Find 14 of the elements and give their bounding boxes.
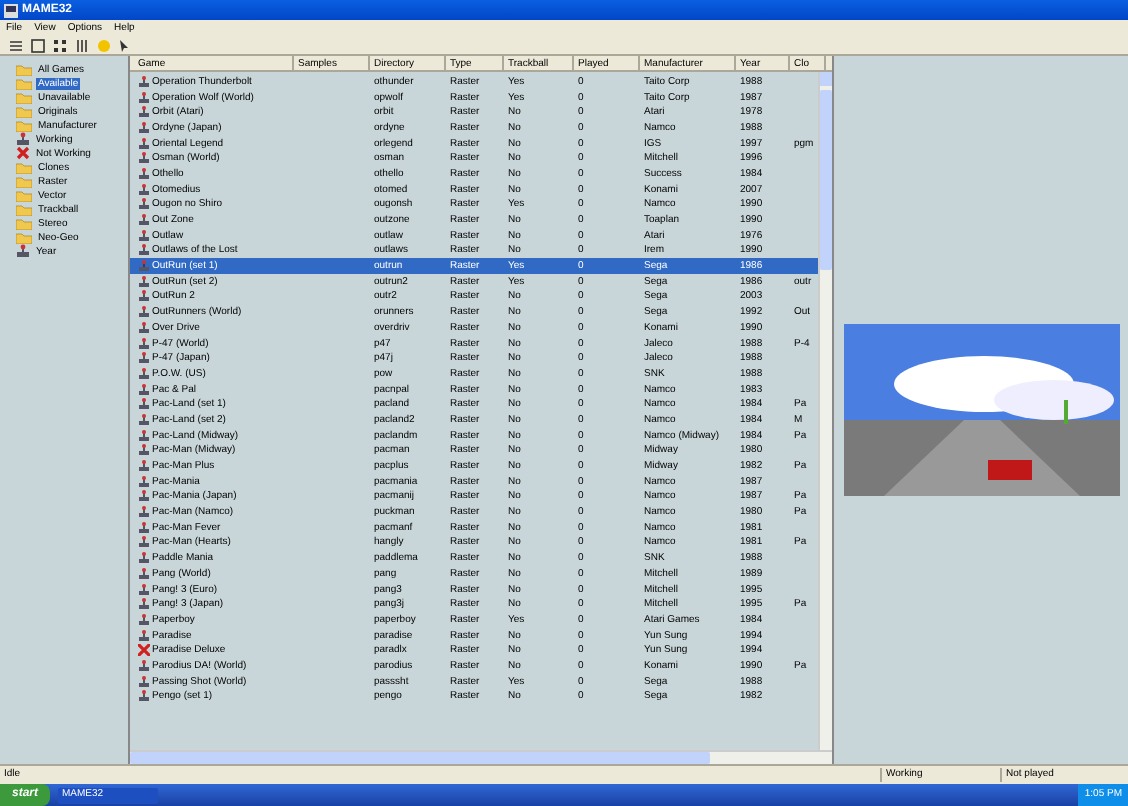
joystick-icon xyxy=(138,629,150,642)
app-icon xyxy=(4,3,18,17)
list-view-icon[interactable] xyxy=(6,36,26,54)
joystick-icon xyxy=(16,244,30,258)
x-icon xyxy=(16,146,30,160)
joystick-icon xyxy=(138,75,150,88)
grid-view-icon[interactable] xyxy=(50,36,70,54)
horizontal-scrollbar[interactable] xyxy=(130,750,832,764)
game-x-icon xyxy=(138,644,150,657)
joystick-icon xyxy=(16,132,30,146)
vertical-scrollbar[interactable] xyxy=(818,72,832,750)
columns-icon[interactable] xyxy=(72,36,92,54)
joystick-icon xyxy=(138,659,150,672)
details-view-icon[interactable] xyxy=(28,36,48,54)
